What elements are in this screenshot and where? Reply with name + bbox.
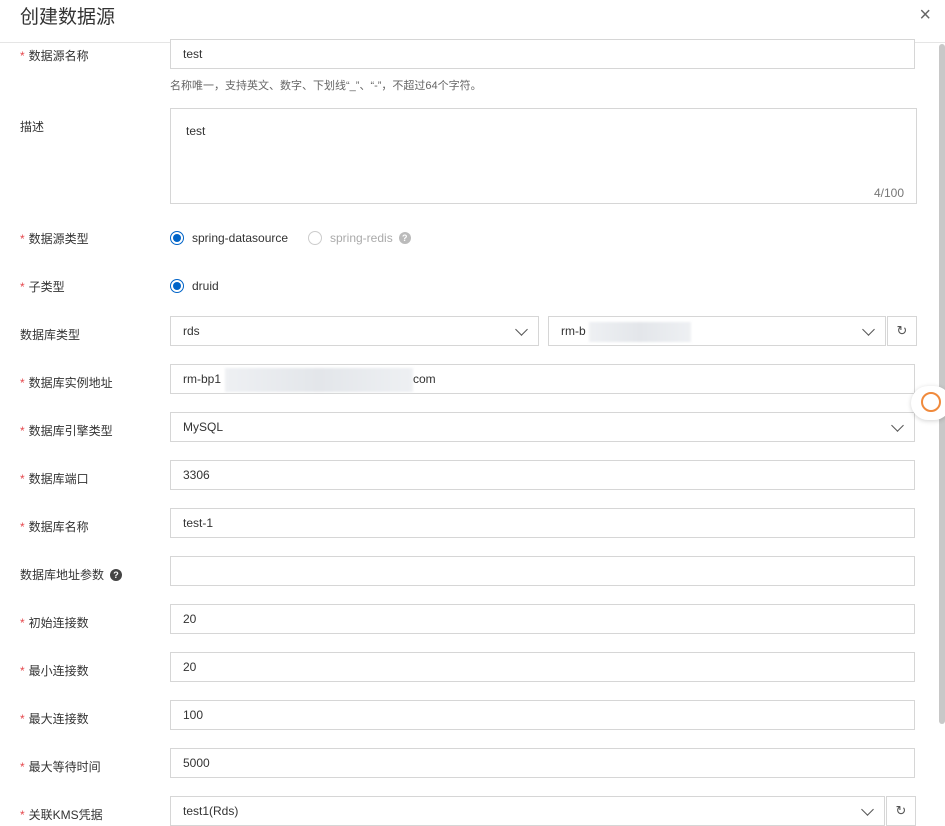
db-type-label: 数据库类型 — [20, 326, 80, 343]
sub-type-label: * 子类型 — [20, 278, 65, 295]
required-mark: * — [20, 280, 25, 294]
initial-connections-input[interactable]: 20 — [170, 604, 915, 634]
max-wait-label: * 最大等待时间 — [20, 758, 101, 775]
assistant-float-button[interactable] — [911, 386, 945, 420]
port-label: * 数据库端口 — [20, 470, 89, 487]
address-params-input[interactable] — [170, 556, 915, 586]
kms-value: test1(Rds) — [183, 804, 239, 818]
close-icon[interactable]: × — [919, 4, 931, 27]
chevron-down-icon — [862, 323, 875, 336]
scrollbar[interactable] — [939, 44, 945, 724]
chevron-down-icon — [515, 323, 528, 336]
instance-address-suffix: com — [413, 372, 436, 386]
name-help-text: 名称唯一，支持英文、数字、下划线“_”、“-”，不超过64个字符。 — [170, 80, 482, 92]
port-label-text: 数据库端口 — [28, 472, 89, 486]
required-mark: * — [20, 712, 25, 726]
refresh-icon[interactable]: ↻ — [887, 316, 917, 346]
min-connections-label-text: 最小连接数 — [28, 664, 89, 678]
db-type-select[interactable]: rds — [170, 316, 539, 346]
refresh-icon[interactable]: ↻ — [886, 796, 916, 826]
required-mark: * — [20, 376, 25, 390]
max-connections-input[interactable]: 100 — [170, 700, 915, 730]
radio-druid[interactable]: druid — [170, 279, 219, 293]
description-char-count: 4/100 — [873, 186, 904, 200]
chevron-down-icon — [891, 419, 904, 432]
help-icon[interactable]: ? — [398, 232, 411, 244]
address-params-label-text: 数据库地址参数 — [20, 568, 105, 582]
db-name-input[interactable]: test-1 — [170, 508, 915, 538]
name-label-text: 数据源名称 — [28, 49, 89, 63]
engine-type-label: * 数据库引擎类型 — [20, 422, 113, 439]
description-value: test — [186, 124, 206, 138]
instance-address-label: * 数据库实例地址 — [20, 374, 113, 391]
required-mark: * — [20, 472, 25, 486]
radio-spring-datasource[interactable]: spring-datasource — [170, 231, 288, 245]
instance-address-prefix: rm-bp1 — [183, 372, 222, 386]
radio-checked-icon — [170, 279, 184, 293]
instance-address-input[interactable]: rm-bp1 com — [170, 364, 915, 394]
engine-type-select[interactable]: MySQL — [170, 412, 915, 442]
db-type-label-text: 数据库类型 — [20, 328, 81, 342]
required-mark: * — [20, 760, 25, 774]
help-icon[interactable]: ? — [110, 568, 123, 581]
kms-label-text: 关联KMS凭据 — [28, 808, 103, 822]
assistant-icon — [921, 392, 941, 412]
address-params-label: 数据库地址参数? — [20, 566, 123, 583]
radio-label: druid — [192, 279, 219, 293]
kms-label: * 关联KMS凭据 — [20, 806, 103, 823]
redacted-region — [225, 368, 413, 392]
instance-address-label-text: 数据库实例地址 — [28, 376, 113, 390]
db-instance-value: rm-b — [561, 324, 586, 338]
required-mark: * — [20, 232, 25, 246]
chevron-down-icon — [861, 803, 874, 816]
db-type-value: rds — [183, 324, 200, 338]
max-connections-label-text: 最大连接数 — [28, 712, 89, 726]
engine-type-value: MySQL — [183, 420, 224, 434]
description-label: 描述 — [20, 118, 44, 135]
max-connections-label: * 最大连接数 — [20, 710, 89, 727]
radio-checked-icon — [170, 231, 184, 245]
required-mark: * — [20, 616, 25, 630]
min-connections-label: * 最小连接数 — [20, 662, 89, 679]
description-textarea[interactable]: test 4/100 — [170, 108, 917, 204]
required-mark: * — [20, 664, 25, 678]
sub-type-label-text: 子类型 — [28, 280, 65, 294]
initial-connections-label: * 初始连接数 — [20, 614, 89, 631]
required-mark: * — [20, 424, 25, 438]
engine-type-label-text: 数据库引擎类型 — [28, 424, 113, 438]
port-input[interactable]: 3306 — [170, 460, 915, 490]
radio-label: spring-datasource — [192, 231, 289, 245]
name-input[interactable]: test — [170, 39, 915, 69]
description-label-text: 描述 — [20, 120, 45, 134]
radio-unchecked-icon — [308, 231, 322, 245]
max-wait-label-text: 最大等待时间 — [28, 760, 101, 774]
db-instance-select[interactable]: rm-b — [548, 316, 886, 346]
kms-select[interactable]: test1(Rds) — [170, 796, 885, 826]
required-mark: * — [20, 808, 25, 822]
name-label: * 数据源名称 — [20, 47, 89, 64]
initial-connections-label-text: 初始连接数 — [28, 616, 89, 630]
radio-spring-redis[interactable]: spring-redis ? — [308, 231, 411, 245]
dialog-header: 创建数据源 × — [0, 0, 945, 43]
source-type-label-text: 数据源类型 — [28, 232, 89, 246]
radio-label: spring-redis — [330, 231, 393, 245]
min-connections-input[interactable]: 20 — [170, 652, 915, 682]
source-type-label: * 数据源类型 — [20, 230, 89, 247]
required-mark: * — [20, 49, 25, 63]
max-wait-input[interactable]: 5000 — [170, 748, 915, 778]
db-name-label: * 数据库名称 — [20, 518, 89, 535]
dialog-title: 创建数据源 — [20, 7, 116, 28]
required-mark: * — [20, 520, 25, 534]
redacted-region — [589, 322, 691, 342]
db-name-label-text: 数据库名称 — [28, 520, 89, 534]
